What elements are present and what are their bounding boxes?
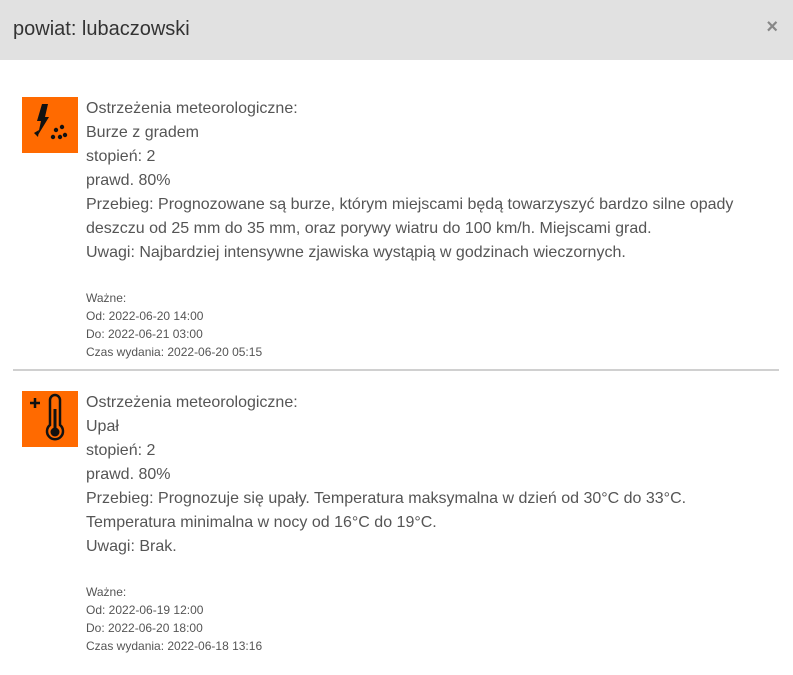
valid-to: Do: 2022-06-20 18:00	[86, 621, 203, 635]
issue-time: Czas wydania: 2022-06-20 05:15	[86, 345, 263, 359]
issue-time: Czas wydania: 2022-06-18 13:16	[86, 639, 263, 653]
warning-course-line: Temperatura minimalna w nocy od 16°C do …	[86, 514, 437, 531]
storm-hail-icon	[22, 97, 78, 153]
warning-type: Burze z gradem	[86, 124, 199, 141]
warning-level: stopień: 2	[86, 148, 156, 165]
valid-from: Od: 2022-06-20 14:00	[86, 309, 204, 323]
dialog-header: powiat: lubaczowski ×	[0, 0, 793, 60]
dialog-title: powiat: lubaczowski	[13, 18, 190, 40]
warning-item: Ostrzeżenia meteorologiczne: Upał stopie…	[22, 391, 779, 661]
warning-course-line: Przebieg: Prognozowane są burze, którym …	[86, 196, 734, 213]
close-button[interactable]: ×	[766, 16, 778, 38]
warning-course-line: Przebieg: Prognozuje się upały. Temperat…	[86, 490, 687, 507]
divider	[13, 369, 779, 371]
heat-thermometer-icon	[22, 391, 78, 447]
warning-validity: Ważne: Od: 2022-06-20 14:00 Do: 2022-06-…	[86, 289, 262, 361]
warning-details: Ostrzeżenia meteorologiczne: Burze z gra…	[86, 97, 776, 265]
warning-category: Ostrzeżenia meteorologiczne:	[86, 394, 298, 411]
valid-label: Ważne:	[86, 291, 127, 305]
warning-probability: prawd. 80%	[86, 172, 171, 189]
warning-level: stopień: 2	[86, 442, 156, 459]
warning-type: Upał	[86, 418, 119, 435]
warning-remarks: Uwagi: Brak.	[86, 538, 177, 555]
warning-details: Ostrzeżenia meteorologiczne: Upał stopie…	[86, 391, 776, 559]
warning-remarks: Uwagi: Najbardziej intensywne zjawiska w…	[86, 244, 626, 261]
valid-from: Od: 2022-06-19 12:00	[86, 603, 204, 617]
warning-item: Ostrzeżenia meteorologiczne: Burze z gra…	[22, 97, 779, 367]
warning-validity: Ważne: Od: 2022-06-19 12:00 Do: 2022-06-…	[86, 583, 262, 655]
valid-to: Do: 2022-06-21 03:00	[86, 327, 203, 341]
warning-course-line: deszczu od 25 mm do 35 mm, oraz porywy w…	[86, 220, 652, 237]
warning-probability: prawd. 80%	[86, 466, 171, 483]
valid-label: Ważne:	[86, 585, 127, 599]
warning-category: Ostrzeżenia meteorologiczne:	[86, 100, 298, 117]
